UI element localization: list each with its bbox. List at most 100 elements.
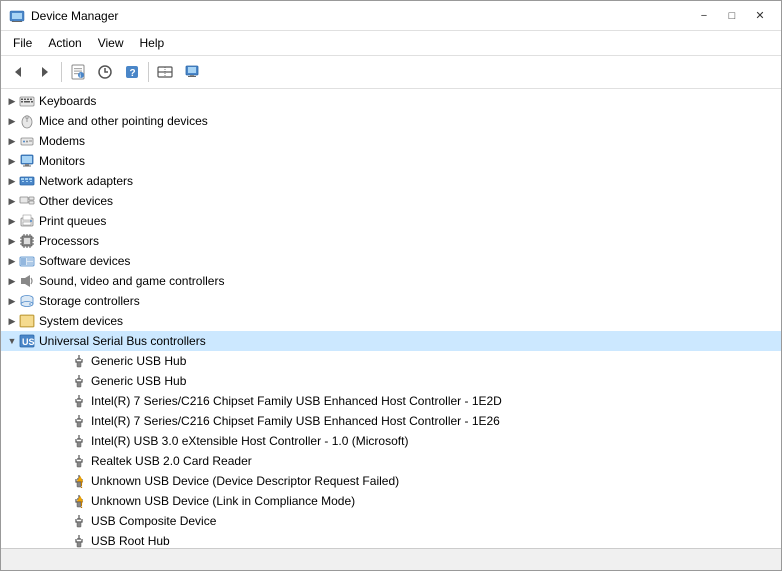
usb-intel3-icon	[71, 433, 87, 449]
expand-usb[interactable]: ▼	[5, 334, 19, 348]
storage-icon	[19, 293, 35, 309]
network-icon	[19, 173, 35, 189]
usb-composite-label: USB Composite Device	[91, 514, 216, 528]
expand-usb-root1	[57, 534, 71, 548]
expand-usb-intel2	[57, 414, 71, 428]
tree-item-usb[interactable]: ▼ USB Universal Serial Bus controllers	[1, 331, 781, 351]
help-button[interactable]: ?	[119, 59, 145, 85]
menu-action[interactable]: Action	[40, 33, 89, 53]
usb-root1-label: USB Root Hub	[91, 534, 170, 548]
other-icon	[19, 193, 35, 209]
expand-usb-generic2	[57, 374, 71, 388]
tree-item-network[interactable]: ▶ Network adapters	[1, 171, 781, 191]
tree-item-print[interactable]: ▶ Print queues	[1, 211, 781, 231]
expand-modems[interactable]: ▶	[5, 134, 19, 148]
tree-item-system[interactable]: ▶ System devices	[1, 311, 781, 331]
forward-button[interactable]	[32, 59, 58, 85]
tree-item-sound[interactable]: ▶ Sound, video and game controllers	[1, 271, 781, 291]
toolbar-separator-1	[61, 62, 62, 82]
menu-help[interactable]: Help	[132, 33, 173, 53]
tree-item-usb-generic1[interactable]: Generic USB Hub	[1, 351, 781, 371]
tree-item-monitors[interactable]: ▶ Monitors	[1, 151, 781, 171]
expand-usb-composite	[57, 514, 71, 528]
menu-file[interactable]: File	[5, 33, 40, 53]
mice-icon	[19, 113, 35, 129]
minimize-button[interactable]: −	[691, 6, 717, 26]
expand-usb-unknown1	[57, 474, 71, 488]
keyboards-label: Keyboards	[39, 94, 96, 108]
usb-label: Universal Serial Bus controllers	[39, 334, 206, 348]
properties-button[interactable]: i	[65, 59, 91, 85]
tree-item-software[interactable]: ▶ Software devices	[1, 251, 781, 271]
expand-network[interactable]: ▶	[5, 174, 19, 188]
expand-usb-generic1	[57, 354, 71, 368]
menu-bar: File Action View Help	[1, 31, 781, 56]
processors-label: Processors	[39, 234, 99, 248]
back-button[interactable]	[5, 59, 31, 85]
svg-text:?: ?	[130, 68, 136, 79]
tree-item-usb-intel2[interactable]: Intel(R) 7 Series/C216 Chipset Family US…	[1, 411, 781, 431]
tree-item-keyboards[interactable]: ▶ Keyboards	[1, 91, 781, 111]
tree-item-mice[interactable]: ▶ Mice and other pointing devices	[1, 111, 781, 131]
tree-item-processors[interactable]: ▶	[1, 231, 781, 251]
toolbar: i ?	[1, 56, 781, 89]
tree-item-usb-unknown1[interactable]: ! Unknown USB Device (Device Descriptor …	[1, 471, 781, 491]
tree-item-usb-intel3[interactable]: Intel(R) USB 3.0 eXtensible Host Control…	[1, 431, 781, 451]
expand-sound[interactable]: ▶	[5, 274, 19, 288]
scan-button[interactable]	[152, 59, 178, 85]
expand-storage[interactable]: ▶	[5, 294, 19, 308]
tree-item-modems[interactable]: ▶ Modems	[1, 131, 781, 151]
maximize-button[interactable]: □	[719, 6, 745, 26]
close-button[interactable]: ✕	[747, 6, 773, 26]
tree-item-other[interactable]: ▶ Other devices	[1, 191, 781, 211]
usb-intel3-label: Intel(R) USB 3.0 eXtensible Host Control…	[91, 434, 408, 448]
expand-usb-intel1	[57, 394, 71, 408]
modems-label: Modems	[39, 134, 85, 148]
keyboards-icon	[19, 93, 35, 109]
expand-mice[interactable]: ▶	[5, 114, 19, 128]
usb-intel1-icon	[71, 393, 87, 409]
usb-root1-icon	[71, 533, 87, 548]
tree-item-usb-generic2[interactable]: Generic USB Hub	[1, 371, 781, 391]
expand-print[interactable]: ▶	[5, 214, 19, 228]
system-label: System devices	[39, 314, 123, 328]
print-label: Print queues	[39, 214, 106, 228]
expand-keyboards[interactable]: ▶	[5, 94, 19, 108]
tree-item-usb-realtek[interactable]: Realtek USB 2.0 Card Reader	[1, 451, 781, 471]
tree-item-usb-unknown2[interactable]: ! Unknown USB Device (Link in Compliance…	[1, 491, 781, 511]
menu-view[interactable]: View	[90, 33, 132, 53]
update-button[interactable]	[92, 59, 118, 85]
title-bar-left: Device Manager	[9, 8, 118, 24]
expand-other[interactable]: ▶	[5, 194, 19, 208]
monitor-button[interactable]	[179, 59, 205, 85]
usb-generic2-icon	[71, 373, 87, 389]
device-manager-window: Device Manager − □ ✕ File Action View He…	[0, 0, 782, 571]
usb-intel2-icon	[71, 413, 87, 429]
window-title: Device Manager	[31, 9, 118, 23]
print-icon	[19, 213, 35, 229]
usb-unknown2-icon: !	[71, 493, 87, 509]
monitors-label: Monitors	[39, 154, 85, 168]
expand-monitors[interactable]: ▶	[5, 154, 19, 168]
expand-processors[interactable]: ▶	[5, 234, 19, 248]
status-bar	[1, 548, 781, 570]
title-controls: − □ ✕	[691, 6, 773, 26]
tree-item-storage[interactable]: ▶ Storage controllers	[1, 291, 781, 311]
device-tree[interactable]: ▶ Keyboards ▶	[1, 89, 781, 548]
software-icon	[19, 253, 35, 269]
expand-usb-unknown2	[57, 494, 71, 508]
expand-system[interactable]: ▶	[5, 314, 19, 328]
usb-unknown1-icon: !	[71, 473, 87, 489]
svg-text:!: !	[80, 480, 83, 489]
expand-software[interactable]: ▶	[5, 254, 19, 268]
tree-item-usb-root1[interactable]: USB Root Hub	[1, 531, 781, 548]
network-label: Network adapters	[39, 174, 133, 188]
tree-item-usb-composite[interactable]: USB Composite Device	[1, 511, 781, 531]
usb-generic2-label: Generic USB Hub	[91, 374, 186, 388]
modems-icon	[19, 133, 35, 149]
storage-label: Storage controllers	[39, 294, 140, 308]
tree-item-usb-intel1[interactable]: Intel(R) 7 Series/C216 Chipset Family US…	[1, 391, 781, 411]
usb-generic1-icon	[71, 353, 87, 369]
toolbar-separator-2	[148, 62, 149, 82]
sound-label: Sound, video and game controllers	[39, 274, 224, 288]
